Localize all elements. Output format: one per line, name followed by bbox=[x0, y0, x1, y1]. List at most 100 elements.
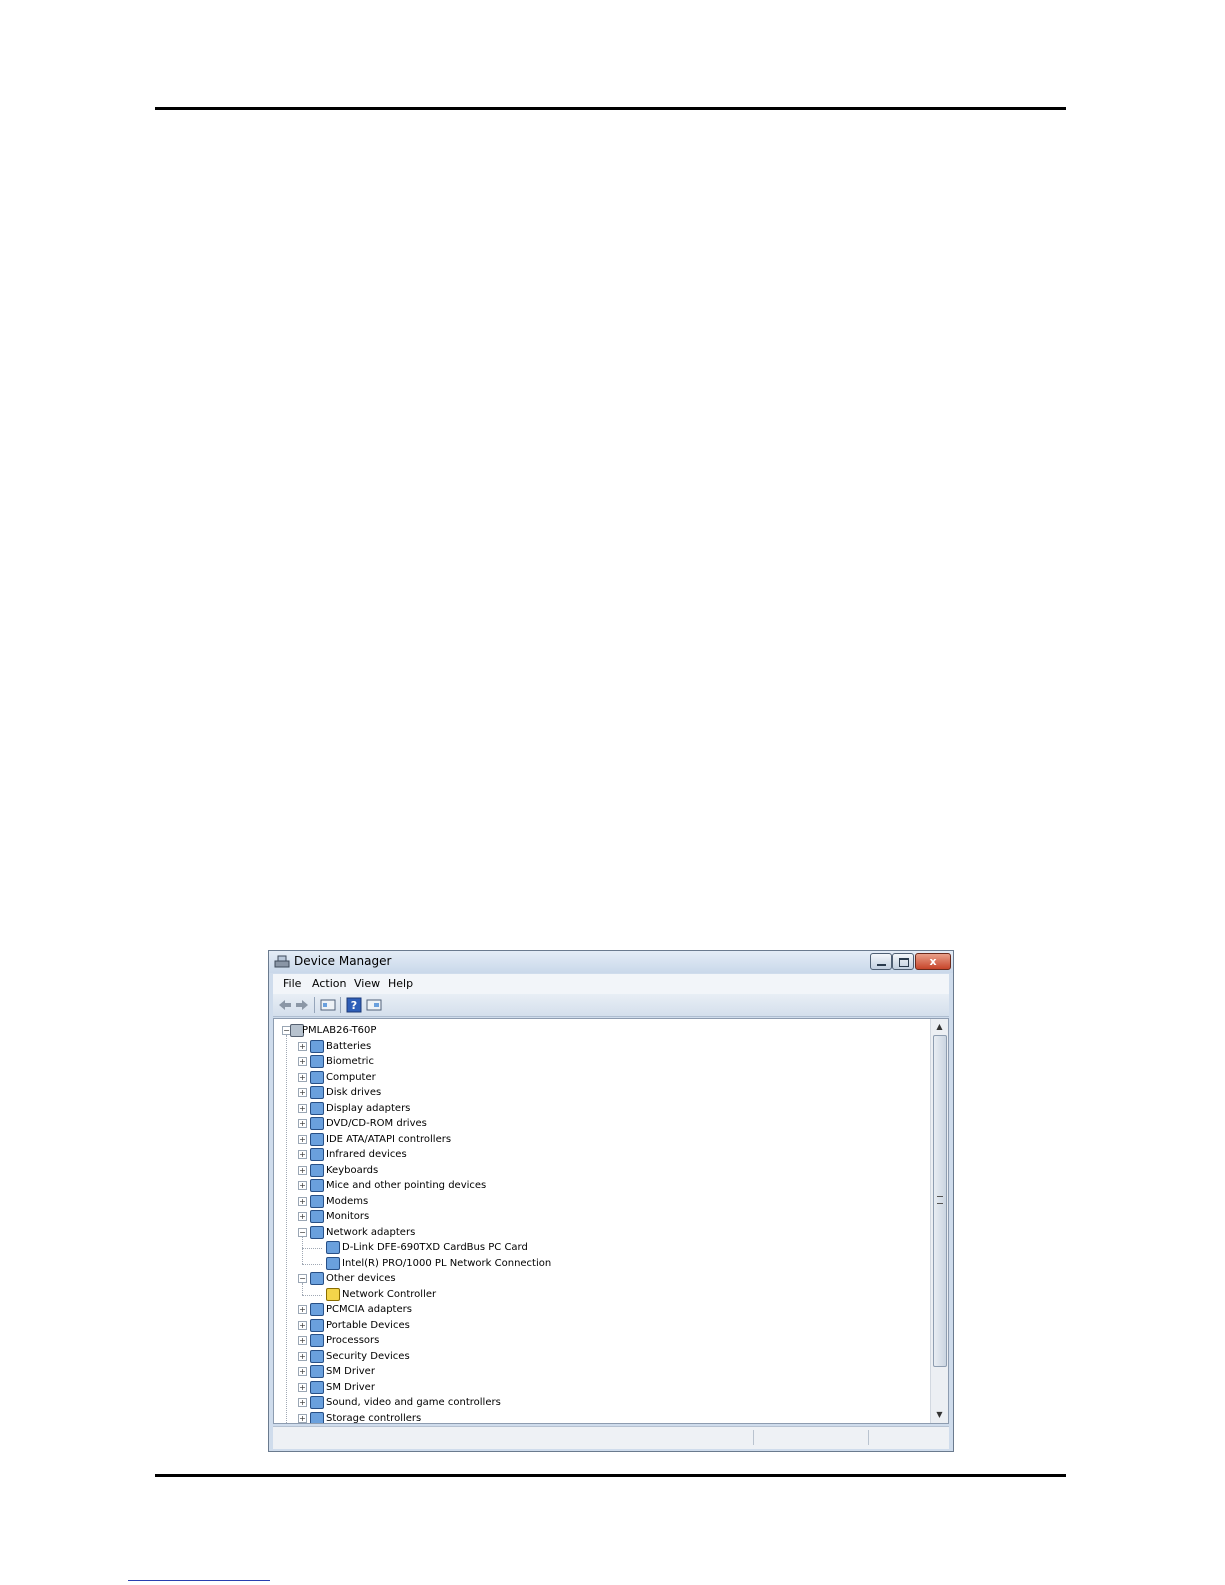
forward-arrow-icon[interactable] bbox=[294, 997, 310, 1013]
device-icon bbox=[310, 1380, 324, 1394]
device-icon bbox=[310, 1039, 324, 1053]
device-icon bbox=[310, 1070, 324, 1084]
vertical-scrollbar[interactable]: ▲ ▼ bbox=[930, 1019, 948, 1423]
tree-child-network-controller[interactable]: Network Controller bbox=[274, 1287, 924, 1302]
menu-bar: File Action View Help bbox=[273, 974, 949, 994]
device-manager-icon bbox=[274, 955, 290, 968]
svg-text:?: ? bbox=[351, 999, 357, 1012]
scroll-up-arrow[interactable]: ▲ bbox=[934, 1021, 945, 1032]
tree-item-modems-10[interactable]: + Modems bbox=[274, 1194, 924, 1209]
status-divider bbox=[753, 1430, 754, 1445]
tree-item-label: Modems bbox=[326, 1195, 369, 1207]
device-icon bbox=[310, 1055, 324, 1068]
tree-item-mice-and-other-pointing-devices-9[interactable]: + Mice and other pointing devices bbox=[274, 1178, 924, 1193]
expand-icon[interactable]: + bbox=[298, 1134, 307, 1144]
tree-item-portable-devices-15[interactable]: + Portable Devices bbox=[274, 1318, 924, 1333]
tree-item-disk-drives-3[interactable]: + Disk drives bbox=[274, 1085, 924, 1100]
expand-icon[interactable]: + bbox=[298, 1212, 307, 1221]
menu-help[interactable]: Help bbox=[388, 977, 413, 990]
device-icon bbox=[310, 1210, 324, 1223]
device-icon bbox=[310, 1365, 324, 1378]
tree-item-sound-video-and-game-controllers-20[interactable]: + Sound, video and game controllers bbox=[274, 1395, 924, 1410]
minimize-button[interactable] bbox=[870, 953, 892, 970]
expand-icon[interactable]: + bbox=[298, 1398, 307, 1407]
expand-icon[interactable]: + bbox=[298, 1088, 307, 1097]
tree-child-d-link-dfe-690txd-cardbus-pc-card[interactable]: D-Link DFE-690TXD CardBus PC Card bbox=[274, 1240, 924, 1255]
tree-item-dvd-cd-rom-drives-5[interactable]: + DVD/CD-ROM drives bbox=[274, 1116, 924, 1131]
tree-child-intel-r-pro-1000-pl-network-connection[interactable]: Intel(R) PRO/1000 PL Network Connection bbox=[274, 1256, 924, 1271]
close-icon: x bbox=[929, 955, 937, 968]
tree-item-label: IDE ATA/ATAPI controllers bbox=[326, 1133, 452, 1145]
device-icon bbox=[310, 1086, 324, 1099]
back-arrow-icon[interactable] bbox=[277, 997, 293, 1013]
expand-icon[interactable]: + bbox=[298, 1150, 307, 1159]
expand-icon[interactable]: + bbox=[298, 1181, 307, 1190]
tree-item-other-devices-13[interactable]: − Other devices bbox=[274, 1271, 924, 1286]
menu-file[interactable]: File bbox=[283, 977, 301, 990]
tree-item-label: Intel(R) PRO/1000 PL Network Connection bbox=[342, 1257, 552, 1269]
expand-icon[interactable]: + bbox=[298, 1072, 307, 1082]
tree-item-processors-16[interactable]: + Processors bbox=[274, 1333, 924, 1348]
tree-item-security-devices-17[interactable]: + Security Devices bbox=[274, 1349, 924, 1364]
expand-icon[interactable]: + bbox=[298, 1057, 307, 1066]
close-button[interactable]: x bbox=[915, 953, 951, 970]
expand-icon[interactable]: + bbox=[298, 1336, 307, 1345]
device-icon bbox=[310, 1334, 324, 1347]
tree-item-network-adapters-12[interactable]: − Network adapters bbox=[274, 1225, 924, 1240]
tree-connector bbox=[286, 1035, 287, 1423]
scrollbar-thumb[interactable] bbox=[933, 1035, 947, 1367]
device-tree-pane[interactable]: − PMLAB26-T60P + Batteries + Biometric + Comput… bbox=[273, 1018, 949, 1424]
expand-icon[interactable]: + bbox=[298, 1041, 307, 1051]
device-icon bbox=[310, 1194, 324, 1208]
tree-item-sm-driver-19[interactable]: + SM Driver bbox=[274, 1380, 924, 1395]
expand-icon[interactable]: + bbox=[298, 1382, 307, 1392]
device-icon bbox=[310, 1179, 324, 1192]
toolbar: ? bbox=[273, 994, 949, 1017]
tree-item-sm-driver-18[interactable]: + SM Driver bbox=[274, 1364, 924, 1379]
tree-item-label: Portable Devices bbox=[326, 1319, 410, 1331]
tree-item-keyboards-8[interactable]: + Keyboards bbox=[274, 1163, 924, 1178]
tree-root[interactable]: − PMLAB26-T60P bbox=[274, 1023, 924, 1038]
tree-item-label: Monitors bbox=[326, 1211, 370, 1222]
menu-view[interactable]: View bbox=[354, 977, 380, 990]
device-icon bbox=[326, 1256, 340, 1270]
device-icon bbox=[310, 1349, 324, 1363]
footer-rule bbox=[155, 1474, 1066, 1477]
tree-item-label: Storage controllers bbox=[326, 1412, 422, 1424]
status-divider bbox=[868, 1430, 869, 1445]
maximize-button[interactable] bbox=[892, 953, 914, 970]
tree-item-label: Batteries bbox=[326, 1040, 372, 1052]
expand-icon[interactable]: + bbox=[298, 1413, 307, 1423]
tree-item-pcmcia-adapters-14[interactable]: + PCMCIA adapters bbox=[274, 1302, 924, 1317]
tree-item-display-adapters-4[interactable]: + Display adapters bbox=[274, 1101, 924, 1116]
expand-icon[interactable]: + bbox=[298, 1119, 307, 1128]
tree-item-ide-ata-atapi-controllers-6[interactable]: + IDE ATA/ATAPI controllers bbox=[274, 1132, 924, 1147]
expand-icon[interactable]: + bbox=[298, 1351, 307, 1361]
tree-item-storage-controllers-21[interactable]: + Storage controllers bbox=[274, 1411, 924, 1424]
tree-item-biometric-1[interactable]: + Biometric bbox=[274, 1054, 924, 1069]
tree-item-infrared-devices-7[interactable]: + Infrared devices bbox=[274, 1147, 924, 1162]
tree-item-batteries-0[interactable]: + Batteries bbox=[274, 1039, 924, 1054]
expand-icon[interactable]: + bbox=[298, 1103, 307, 1113]
device-icon bbox=[310, 1396, 324, 1409]
help-icon[interactable]: ? bbox=[346, 997, 362, 1013]
tree-item-label: Network Controller bbox=[342, 1288, 437, 1300]
properties-icon[interactable] bbox=[320, 997, 336, 1013]
footer-link-underline bbox=[128, 1580, 270, 1581]
tree-item-label: DVD/CD-ROM drives bbox=[326, 1118, 427, 1129]
tree-item-monitors-11[interactable]: + Monitors bbox=[274, 1209, 924, 1224]
collapse-icon[interactable]: − bbox=[298, 1274, 307, 1283]
expand-icon[interactable]: + bbox=[298, 1196, 307, 1206]
tree-item-computer-2[interactable]: + Computer bbox=[274, 1070, 924, 1085]
tree-connector bbox=[302, 1263, 322, 1265]
tree-item-label: D-Link DFE-690TXD CardBus PC Card bbox=[342, 1242, 528, 1253]
menu-action[interactable]: Action bbox=[312, 977, 346, 990]
title-bar[interactable]: Device Manager x bbox=[269, 951, 953, 973]
expand-icon[interactable]: + bbox=[298, 1165, 307, 1175]
collapse-icon[interactable]: − bbox=[298, 1227, 307, 1237]
expand-icon[interactable]: + bbox=[298, 1367, 307, 1376]
view-icon[interactable] bbox=[366, 997, 382, 1013]
expand-icon[interactable]: + bbox=[298, 1305, 307, 1314]
scroll-down-arrow[interactable]: ▼ bbox=[934, 1409, 945, 1420]
expand-icon[interactable]: + bbox=[298, 1320, 307, 1330]
